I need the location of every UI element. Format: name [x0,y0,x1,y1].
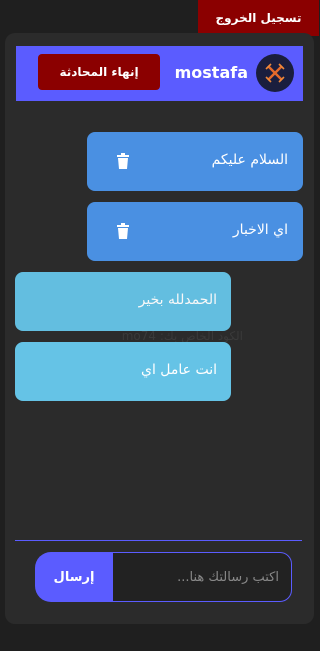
chat-panel: إنهاء المحادثة mostafa ◖ الكود الخاص بك:… [5,33,314,624]
send-button[interactable]: إرسال [35,552,113,602]
avatar [256,54,294,92]
end-chat-button[interactable]: إنهاء المحادثة [38,54,160,90]
chat-username: mostafa [174,63,248,82]
message-text: الحمدلله بخير [138,292,217,308]
crossed-swords-icon [265,63,285,83]
received-message: الحمدلله بخير [15,272,231,331]
sent-message: اي الاخبار [87,202,303,261]
composer-divider [15,540,302,541]
logout-button[interactable]: تسجيل الخروج [198,0,319,36]
message-text: اي الاخبار [232,222,288,238]
watermark-code-text: الكود الخاص بك: mo74 [121,329,243,343]
message-text: انت عامل اي [140,362,217,378]
message-input-wrapper [112,552,292,602]
message-input[interactable] [113,553,291,601]
chat-header: إنهاء المحادثة mostafa [16,46,303,101]
message-text: السلام عليكم [211,152,288,168]
sent-message: السلام عليكم [87,132,303,191]
trash-icon[interactable] [116,153,130,169]
received-message: انت عامل اي [15,342,231,401]
trash-icon[interactable] [116,223,130,239]
